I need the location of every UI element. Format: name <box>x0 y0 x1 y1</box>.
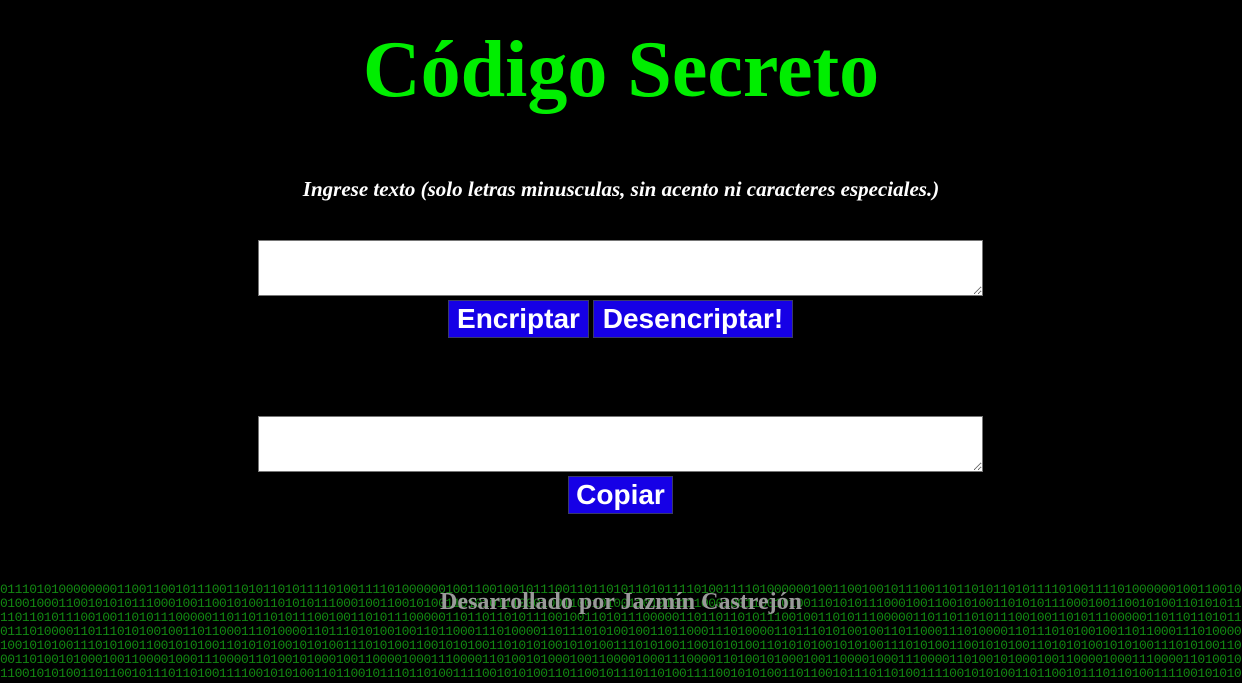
encrypt-button[interactable]: Encriptar <box>448 300 589 338</box>
result-output[interactable] <box>258 416 983 472</box>
input-instructions: Ingrese texto (solo letras minusculas, s… <box>302 177 940 201</box>
page-title: Código Secreto <box>362 26 880 114</box>
footer-credit: Desarrollado por Jazmín Castrejón <box>440 589 802 615</box>
page: Código Secreto Ingrese texto (solo letra… <box>0 0 1242 683</box>
footer: 0111010100000000110011001011100110101101… <box>0 583 1242 683</box>
text-input[interactable] <box>258 240 983 296</box>
copy-button[interactable]: Copiar <box>568 476 673 514</box>
decrypt-button[interactable]: Desencriptar! <box>593 300 793 338</box>
